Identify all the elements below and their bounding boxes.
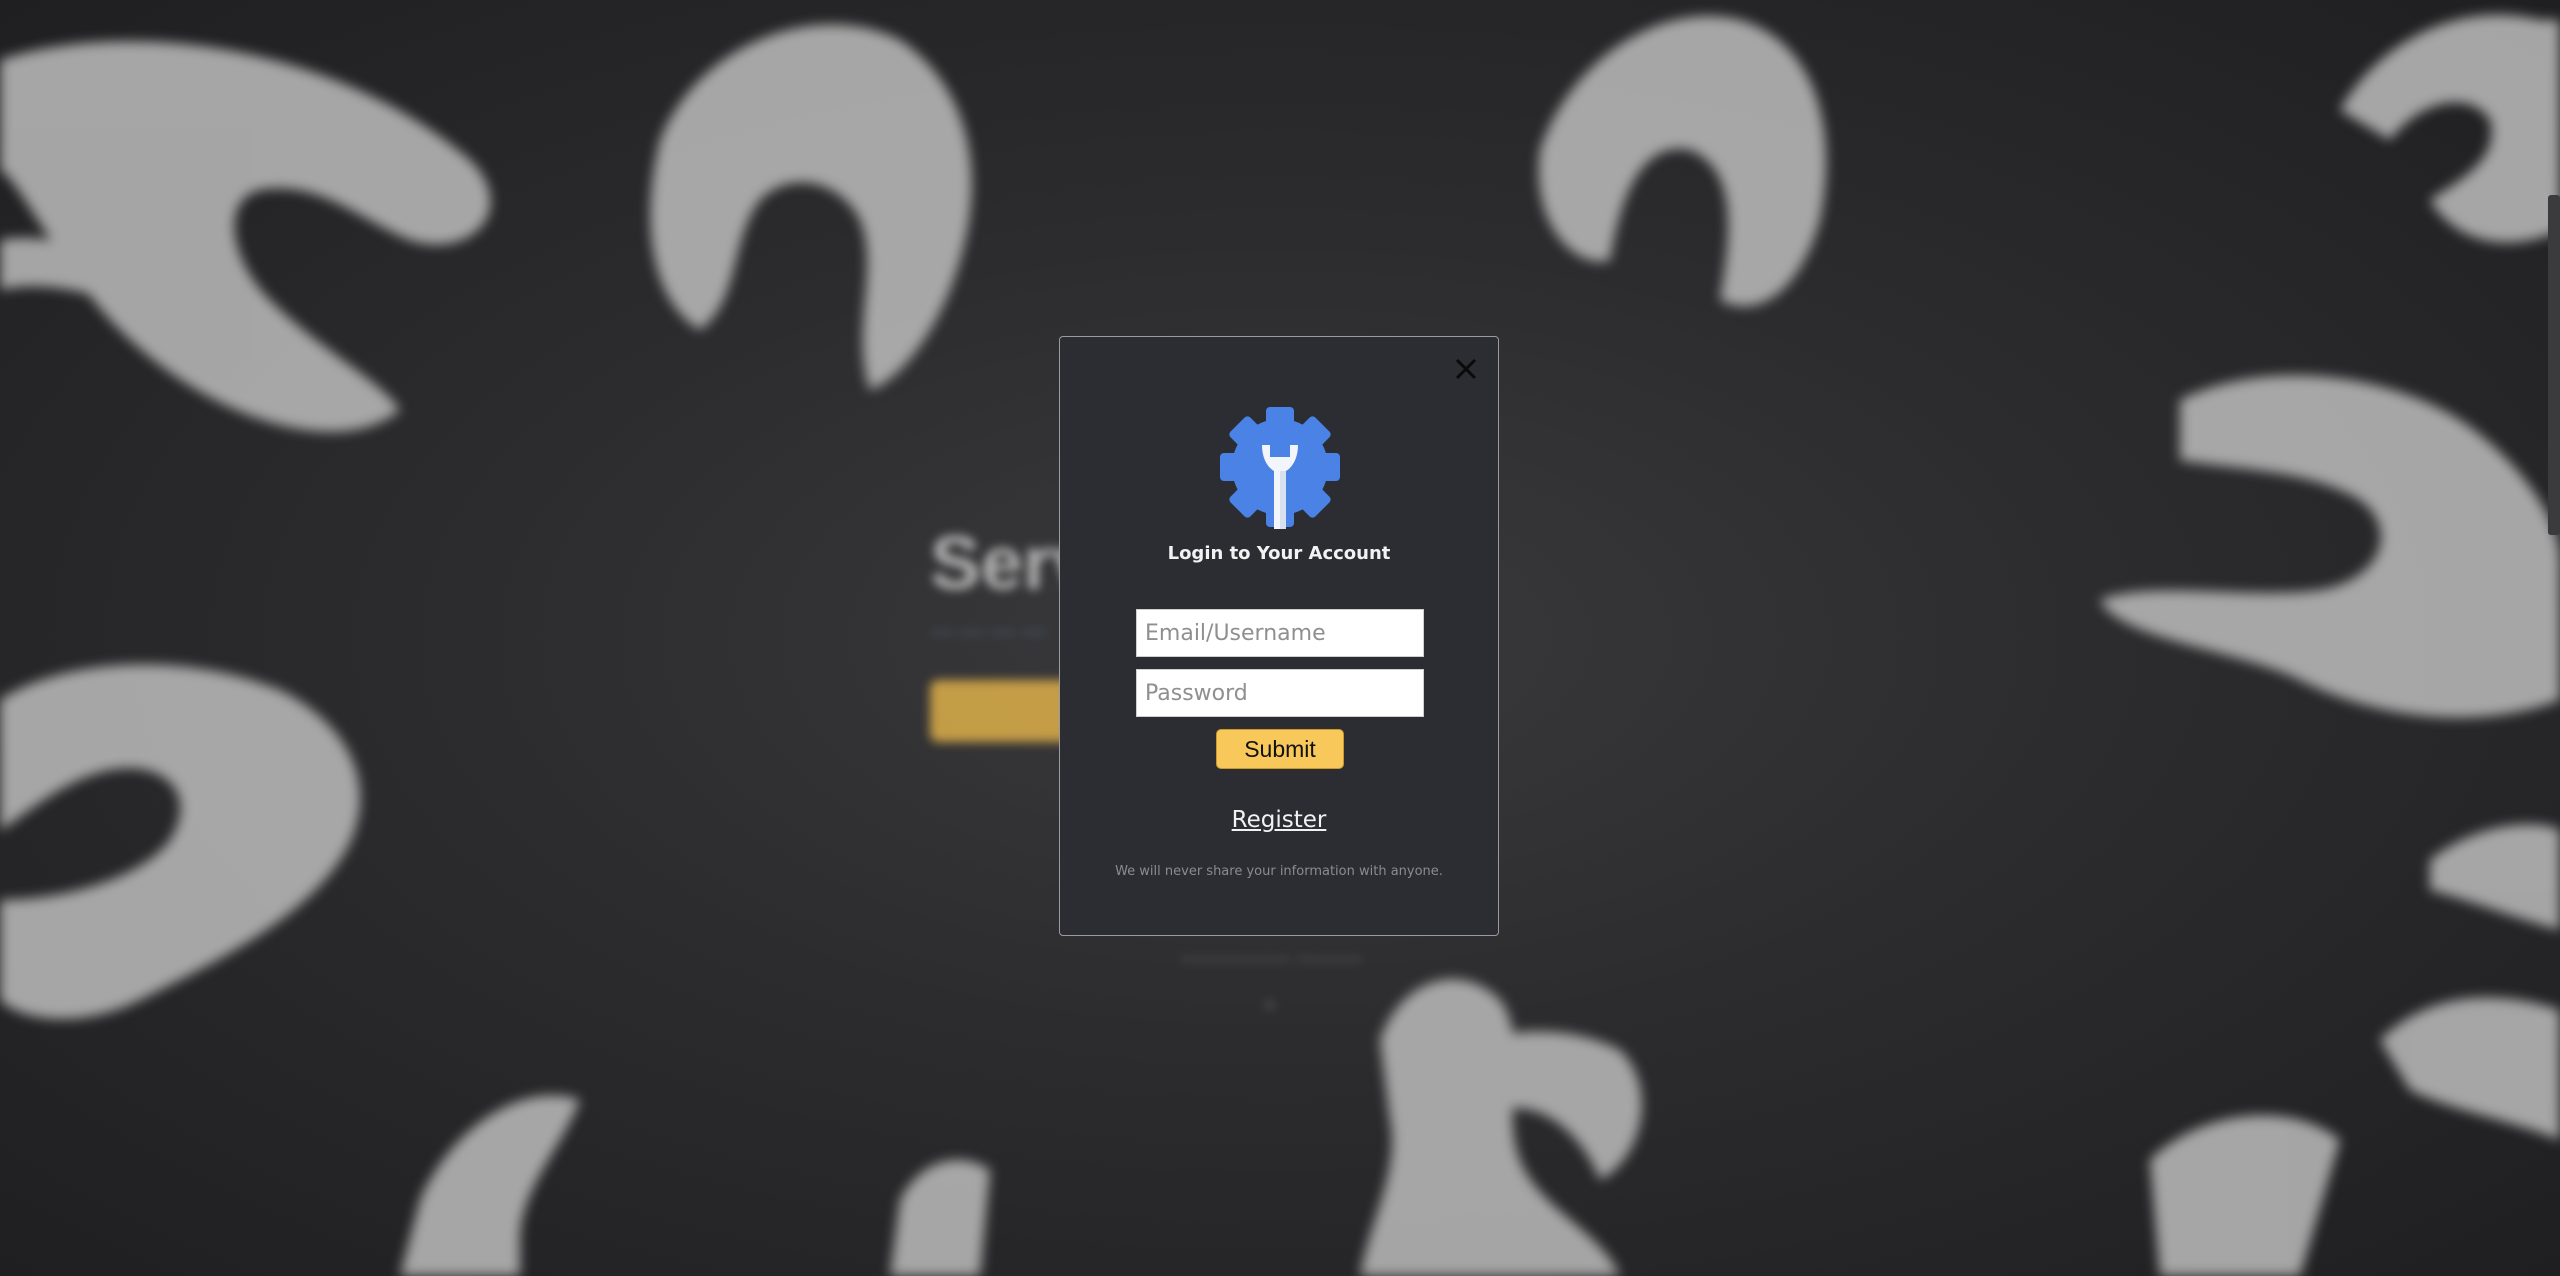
submit-button[interactable]: Submit [1216, 729, 1344, 769]
close-button[interactable] [1450, 353, 1482, 385]
page-scrollbar[interactable] [2548, 195, 2560, 535]
hero-subtitle: — — — — [930, 618, 1047, 645]
password-input[interactable] [1136, 669, 1424, 717]
modal-title: Login to Your Account [1167, 543, 1391, 564]
email-username-input[interactable] [1136, 609, 1424, 657]
privacy-note: We will never share your information wit… [1115, 864, 1443, 879]
hero-link: ————— ——— [1180, 945, 1363, 970]
gear-wrench-icon [1218, 405, 1342, 529]
close-icon [1455, 358, 1477, 380]
login-modal: Login to Your Account Submit Register We… [1059, 336, 1499, 936]
hero-dot [1265, 1000, 1275, 1010]
register-link[interactable]: Register [1060, 807, 1498, 833]
